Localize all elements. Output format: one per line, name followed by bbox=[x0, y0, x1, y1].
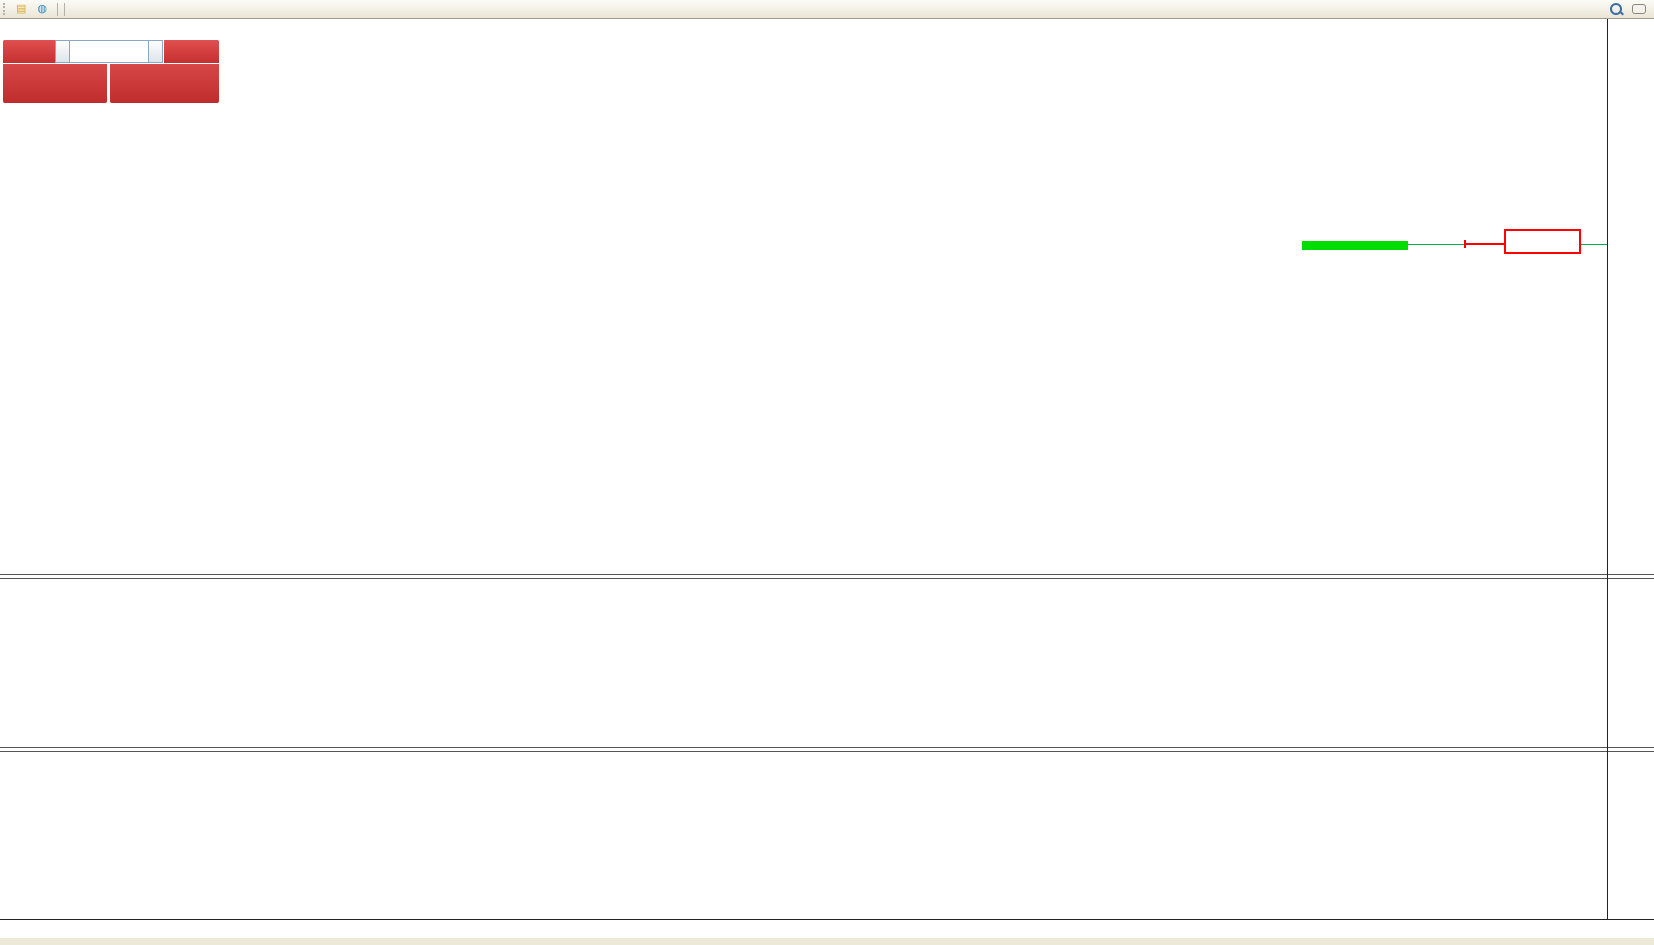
volume-decrease-button[interactable] bbox=[55, 40, 70, 63]
support-highlight-bar[interactable] bbox=[1302, 241, 1408, 250]
mt4-window: ▤ ◍ bbox=[0, 0, 1654, 945]
one-click-trade-panel bbox=[3, 40, 219, 103]
buy-button[interactable] bbox=[164, 40, 219, 63]
volume-input[interactable] bbox=[70, 40, 148, 63]
callout-connector bbox=[1464, 243, 1504, 245]
chart-canvas[interactable] bbox=[0, 0, 1654, 945]
price-callout-box[interactable] bbox=[1504, 229, 1581, 254]
sell-button[interactable] bbox=[3, 40, 55, 63]
trade-panel-top-row bbox=[3, 40, 219, 63]
callout-connector-tick bbox=[1464, 240, 1466, 248]
volume-increase-button[interactable] bbox=[148, 40, 163, 63]
buy-price-button[interactable] bbox=[110, 64, 219, 103]
sell-price-button[interactable] bbox=[3, 64, 107, 103]
